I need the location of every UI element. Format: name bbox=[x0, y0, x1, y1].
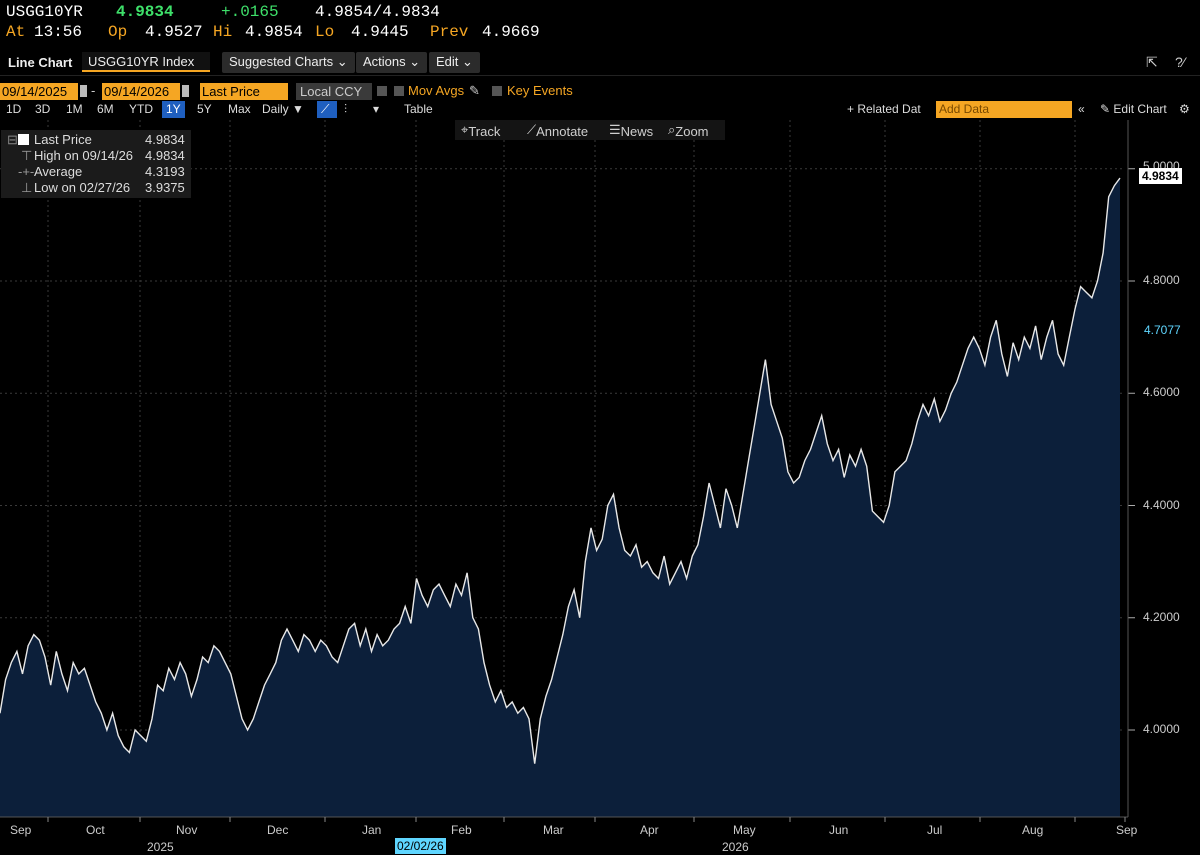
x-month-label: Apr bbox=[640, 823, 659, 837]
cursor-date-label: 02/02/26 bbox=[395, 838, 446, 854]
legend-high-row: ⊤ High on 09/14/26 4.9834 bbox=[1, 148, 191, 164]
news-button[interactable]: ☰ News bbox=[609, 122, 653, 139]
track-button[interactable]: ⌖ Track bbox=[461, 122, 500, 139]
legend-average-row: -+- Average 4.3193 bbox=[1, 164, 191, 180]
average-marker-icon: -+- bbox=[18, 164, 35, 179]
zoom-label: Zoom bbox=[675, 124, 709, 139]
legend-low-value: 3.9375 bbox=[145, 180, 185, 195]
legend-last-row: ⊟ Last Price 4.9834 bbox=[1, 132, 191, 148]
y-tick-label: 4.0000 bbox=[1143, 722, 1180, 736]
x-month-label: Jun bbox=[829, 823, 849, 837]
toggle-icon[interactable]: ⊟ bbox=[7, 132, 18, 148]
x-month-label: Jan bbox=[362, 823, 382, 837]
price-area bbox=[0, 178, 1120, 818]
track-label: Track bbox=[468, 124, 501, 139]
news-label: News bbox=[620, 124, 654, 139]
reference-price-tag: 4.7077 bbox=[1141, 322, 1184, 338]
x-month-label: Feb bbox=[451, 823, 472, 837]
legend-average-label: Average bbox=[34, 164, 83, 179]
x-month-label: Oct bbox=[86, 823, 105, 837]
legend-high-value: 4.9834 bbox=[145, 148, 185, 163]
annotate-label: Annotate bbox=[536, 124, 589, 139]
x-month-label: Nov bbox=[176, 823, 198, 837]
x-month-label: May bbox=[733, 823, 756, 837]
zoom-button[interactable]: ⌕ Zoom bbox=[668, 122, 709, 139]
y-tick-label: 4.8000 bbox=[1143, 273, 1180, 287]
y-tick-label: 4.2000 bbox=[1143, 610, 1180, 624]
high-marker-icon: ⊤ bbox=[21, 148, 33, 163]
legend-low-row: ⊥ Low on 02/27/26 3.9375 bbox=[1, 180, 191, 196]
series-swatch bbox=[18, 134, 29, 145]
y-tick-label: 4.4000 bbox=[1143, 498, 1180, 512]
annotate-button[interactable]: ⟋ Annotate bbox=[527, 122, 588, 139]
legend: ⊟ Last Price 4.9834 ⊤ High on 09/14/26 4… bbox=[1, 130, 191, 198]
year-label: 2026 bbox=[722, 840, 749, 854]
chart-tools: ⌖ Track ⟋ Annotate ☰ News ⌕ Zoom bbox=[455, 120, 725, 140]
x-month-label: Aug bbox=[1022, 823, 1044, 837]
x-month-label: Sep bbox=[1116, 823, 1138, 837]
legend-low-label: Low on 02/27/26 bbox=[34, 180, 131, 195]
x-month-label: Jul bbox=[927, 823, 943, 837]
legend-high-label: High on 09/14/26 bbox=[34, 148, 134, 163]
y-tick-label: 4.6000 bbox=[1143, 385, 1180, 399]
legend-average-value: 4.3193 bbox=[145, 164, 185, 179]
x-month-label: Sep bbox=[10, 823, 32, 837]
last-price-tag: 4.9834 bbox=[1139, 168, 1182, 184]
x-month-label: Dec bbox=[267, 823, 289, 837]
legend-last-label: Last Price bbox=[34, 132, 92, 147]
year-label: 2025 bbox=[147, 840, 174, 854]
legend-last-value: 4.9834 bbox=[145, 132, 185, 147]
x-month-label: Mar bbox=[543, 823, 564, 837]
low-marker-icon: ⊥ bbox=[21, 180, 33, 195]
